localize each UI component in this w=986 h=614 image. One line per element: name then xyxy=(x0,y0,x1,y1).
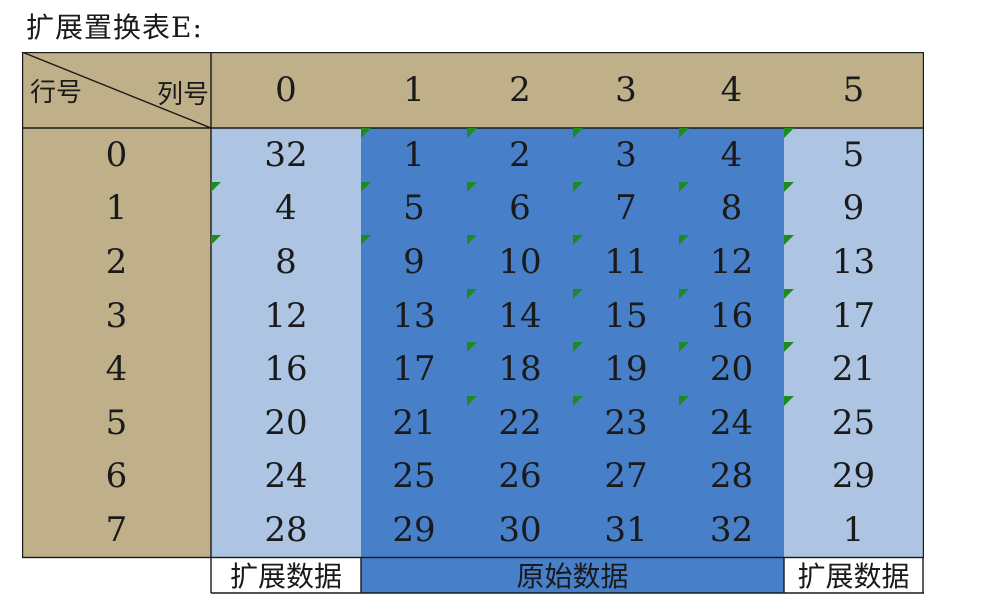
table-cell: 24 xyxy=(264,456,308,497)
table-cell: 17 xyxy=(392,349,436,390)
column-header: 2 xyxy=(509,70,531,110)
column-header: 0 xyxy=(275,70,297,110)
table-cell: 13 xyxy=(784,235,923,289)
error-indicator-icon xyxy=(573,128,583,138)
table-cell: 24 xyxy=(679,396,784,450)
row-header: 2 xyxy=(105,241,128,282)
table-cell: 25 xyxy=(784,396,923,450)
error-indicator-icon xyxy=(679,128,689,138)
table-cell: 14 xyxy=(467,288,573,343)
table-cell: 32 xyxy=(709,509,754,550)
table-cell: 31 xyxy=(604,509,648,550)
error-indicator-icon xyxy=(211,235,221,246)
error-indicator-icon xyxy=(679,235,689,246)
table-cell: 9 xyxy=(784,181,923,236)
error-indicator-icon xyxy=(573,396,583,406)
table-cell: 16 xyxy=(264,349,308,390)
error-indicator-icon xyxy=(467,181,477,192)
table-cell: 29 xyxy=(831,456,876,497)
table-cell: 20 xyxy=(679,342,784,396)
table-cell: 25 xyxy=(392,456,436,497)
table-cell: 5 xyxy=(361,181,467,236)
table-cell: 19 xyxy=(573,342,679,396)
table-cell: 10 xyxy=(467,235,573,289)
table-cell: 20 xyxy=(264,402,308,443)
table-cell: 3 xyxy=(573,128,679,182)
error-indicator-icon xyxy=(679,288,689,299)
table-cell: 9 xyxy=(361,235,467,289)
table-cell: 32 xyxy=(264,134,308,175)
error-indicator-icon xyxy=(784,342,794,353)
row-header: 7 xyxy=(105,509,128,550)
error-indicator-icon xyxy=(361,128,371,138)
table-cell: 12 xyxy=(264,295,308,336)
error-indicator-icon xyxy=(784,181,794,192)
column-number-label: 列号 xyxy=(156,80,209,110)
table-cell: 21 xyxy=(784,342,923,396)
error-indicator-icon xyxy=(784,288,794,299)
error-indicator-icon xyxy=(679,342,689,353)
error-indicator-icon xyxy=(573,288,583,299)
error-indicator-icon xyxy=(467,288,477,299)
table-cell: 2 xyxy=(467,128,573,182)
column-header: 4 xyxy=(720,70,743,110)
error-indicator-icon xyxy=(573,342,583,353)
error-indicator-icon xyxy=(467,342,477,353)
error-indicator-icon xyxy=(467,235,477,246)
table-cell: 4 xyxy=(679,128,784,182)
table-cell: 28 xyxy=(264,509,308,550)
error-indicator-icon xyxy=(467,128,477,138)
table-cell: 18 xyxy=(467,342,573,396)
footer-expanded-data-right: 扩展数据 xyxy=(797,560,910,593)
row-header: 6 xyxy=(105,456,128,497)
corner-header-cell: 行号 列号 xyxy=(22,52,211,128)
page-title: 扩展置换表E: xyxy=(26,11,203,44)
table-cell: 5 xyxy=(784,128,923,182)
table-cell: 8 xyxy=(679,181,784,236)
row-header: 5 xyxy=(105,402,128,443)
error-indicator-icon xyxy=(679,181,689,192)
error-indicator-icon xyxy=(679,396,689,406)
table-cell: 1 xyxy=(361,128,467,182)
error-indicator-icon xyxy=(211,181,221,192)
error-indicator-icon xyxy=(361,235,371,246)
row-header: 3 xyxy=(105,295,128,336)
footer-original-data: 原始数据 xyxy=(516,560,629,593)
table-cell: 26 xyxy=(498,456,542,497)
table-cell: 13 xyxy=(392,295,436,336)
table-cell: 15 xyxy=(573,288,679,343)
table-cell: 8 xyxy=(211,235,361,289)
table-cell: 11 xyxy=(573,235,679,289)
table-cell: 30 xyxy=(498,509,542,550)
table-cell: 12 xyxy=(679,235,784,289)
row-number-label: 行号 xyxy=(30,78,83,108)
table-cell: 4 xyxy=(211,181,361,236)
table-cell: 7 xyxy=(573,181,679,236)
row-header: 4 xyxy=(105,349,128,390)
table-cell: 1 xyxy=(842,509,865,550)
table-cell: 16 xyxy=(679,288,784,343)
column-header: 1 xyxy=(403,70,425,110)
error-indicator-icon xyxy=(784,396,794,406)
table-cell: 27 xyxy=(604,456,648,497)
error-indicator-icon xyxy=(784,235,794,246)
error-indicator-icon xyxy=(467,396,477,406)
table-cell: 22 xyxy=(467,396,573,450)
column-header: 3 xyxy=(615,70,637,110)
table-cell: 29 xyxy=(392,509,436,550)
row-header: 0 xyxy=(105,134,128,175)
table-cell: 28 xyxy=(709,456,754,497)
error-indicator-icon xyxy=(361,181,371,192)
error-indicator-icon xyxy=(573,181,583,192)
table-cell: 21 xyxy=(392,402,436,443)
table-cell: 23 xyxy=(573,396,679,450)
expansion-permutation-table: 行号 列号 扩展数据 原始数据 扩展数据 0 1 2 3 4 5 0 1 2 3 4 5 6 7 32 1 2 3… xyxy=(22,52,924,597)
table-cell: 17 xyxy=(784,288,923,343)
table-cell: 6 xyxy=(467,181,573,236)
column-header: 5 xyxy=(842,70,865,110)
row-header: 1 xyxy=(105,188,128,229)
error-indicator-icon xyxy=(784,128,794,138)
error-indicator-icon xyxy=(573,235,583,246)
footer-expanded-data-left: 扩展数据 xyxy=(229,560,342,593)
